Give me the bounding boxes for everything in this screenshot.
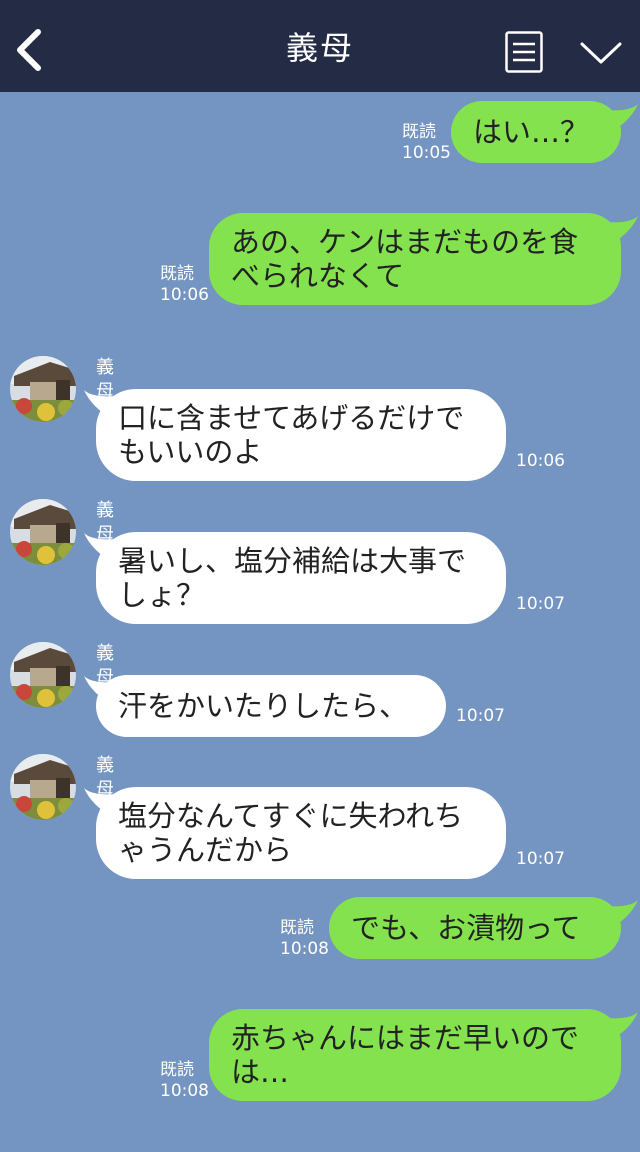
message-line: あの、ケンはまだものを食 — [231, 225, 579, 259]
menu-button[interactable] — [505, 31, 543, 73]
message-time: 10:07 — [456, 706, 505, 726]
message-line: もいいのよ — [118, 435, 263, 469]
message-time: 10:07 — [516, 594, 565, 614]
message-meta: 既読 10:06 — [160, 264, 209, 306]
read-receipt: 既読 — [280, 918, 314, 938]
read-receipt: 既読 — [160, 264, 194, 284]
message-time: 10:06 — [516, 451, 565, 471]
avatar[interactable] — [10, 356, 76, 422]
message-bubble[interactable]: あの、ケンはまだものを食 べられなくて — [209, 213, 621, 305]
message-line: 汗をかいたりしたら、 — [118, 689, 409, 723]
message-bubble[interactable]: 汗をかいたりしたら、 — [96, 675, 446, 737]
message-line: べられなくて — [231, 259, 405, 293]
message-line: 塩分なんてすぐに失われち — [118, 799, 464, 833]
message-bubble[interactable]: でも、お漬物って — [329, 897, 621, 959]
message-bubble[interactable]: 暑いし、塩分補給は大事で しょ？ — [96, 532, 506, 624]
message-time: 10:08 — [280, 939, 329, 959]
message-line: 暑いし、塩分補給は大事で — [118, 544, 467, 578]
avatar-photo — [10, 499, 76, 565]
read-receipt: 既読 — [160, 1060, 194, 1080]
read-receipt: 既読 — [402, 122, 436, 142]
message-line: はい…？ — [473, 115, 590, 149]
message-time: 10:07 — [516, 849, 565, 869]
message-line: ゃうんだから — [118, 833, 293, 867]
page-title: 義母 — [285, 29, 354, 67]
menu-icon — [505, 31, 543, 73]
message-time: 10:08 — [160, 1081, 209, 1101]
message-line: は… — [231, 1055, 290, 1089]
message-bubble[interactable]: 塩分なんてすぐに失われち ゃうんだから — [96, 787, 506, 879]
avatar-photo — [10, 356, 76, 422]
avatar[interactable] — [10, 642, 76, 708]
message-line: しょ？ — [118, 578, 206, 612]
message-time: 10:05 — [402, 143, 451, 163]
message-bubble[interactable]: 口に含ませてあげるだけで もいいのよ — [96, 389, 506, 481]
message-meta: 既読 10:05 — [402, 122, 451, 164]
message-line: 赤ちゃんにはまだ早いので — [231, 1021, 580, 1055]
message-meta: 既読 10:08 — [280, 918, 329, 960]
message-time: 10:06 — [160, 285, 209, 305]
message-line: 口に含ませてあげるだけで — [118, 401, 465, 435]
avatar[interactable] — [10, 499, 76, 565]
avatar-photo — [10, 642, 76, 708]
message-bubble[interactable]: 赤ちゃんにはまだ早いので は… — [209, 1009, 621, 1101]
avatar[interactable] — [10, 754, 76, 820]
more-button[interactable] — [580, 40, 622, 66]
message-line: でも、お漬物って — [351, 911, 581, 945]
message-bubble[interactable]: はい…？ — [451, 101, 621, 163]
message-meta: 既読 10:08 — [160, 1060, 209, 1102]
avatar-photo — [10, 754, 76, 820]
chevron-down-icon — [580, 42, 622, 64]
chat-header: 義母 — [0, 0, 640, 92]
